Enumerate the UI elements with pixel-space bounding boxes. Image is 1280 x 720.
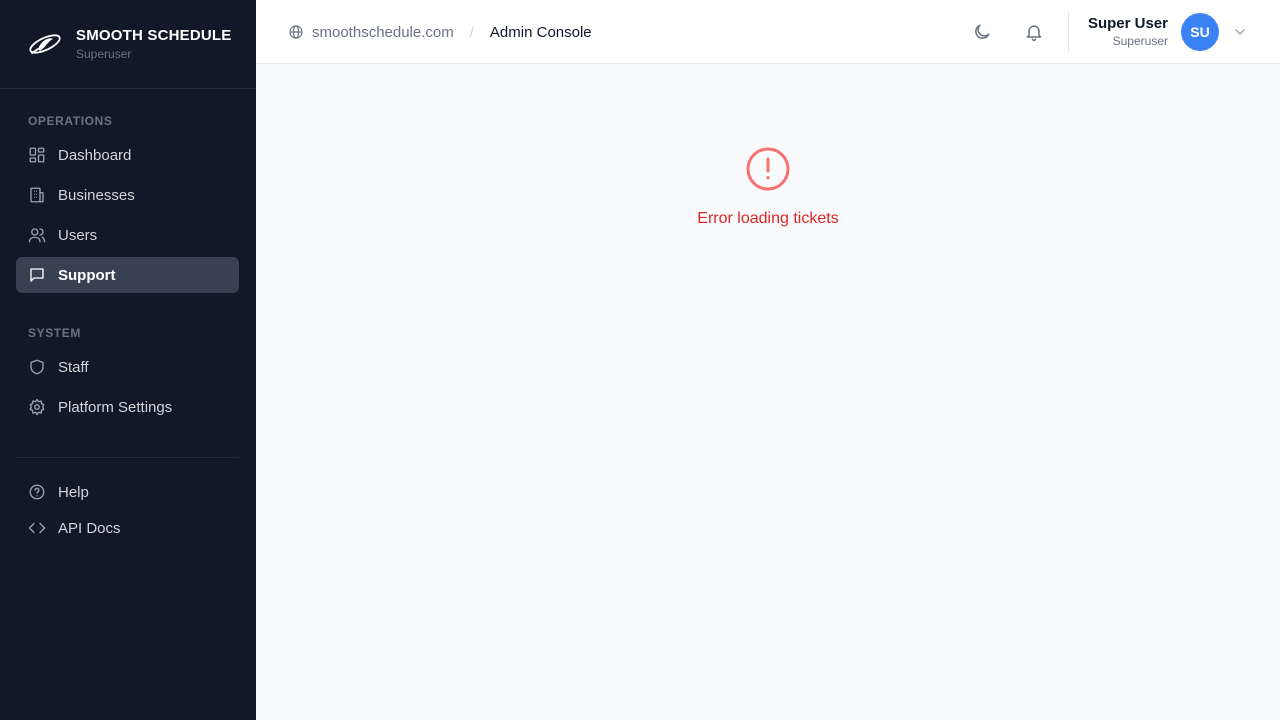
- shield-icon: [30, 359, 44, 375]
- sidebar-item-label: Dashboard: [58, 146, 132, 164]
- message-icon: [30, 268, 44, 282]
- user-name: Super User: [1087, 15, 1168, 32]
- sidebar-item-dashboard[interactable]: Dashboard: [16, 137, 239, 173]
- sidebar-item-label: Support: [58, 266, 116, 284]
- bell-icon: [1026, 25, 1042, 42]
- gear-icon: [29, 398, 45, 416]
- user-role: Superuser: [1112, 34, 1168, 48]
- sidebar-item-api-docs[interactable]: API Docs: [16, 510, 239, 546]
- dashboard-icon: [29, 147, 45, 163]
- chevron-down-icon[interactable]: [1232, 24, 1248, 40]
- top-header: smoothschedule.com / Admin Console Super…: [256, 0, 1280, 64]
- brand-title: SMOOTH SCHEDULE: [76, 26, 232, 44]
- sidebar-item-label: Businesses: [58, 186, 135, 204]
- breadcrumb-current: Admin Console: [489, 23, 592, 41]
- sidebar-item-businesses[interactable]: Businesses: [16, 177, 239, 213]
- main-content: Error loading tickets: [256, 64, 1280, 720]
- user-info[interactable]: Super User Superuser: [1088, 14, 1168, 49]
- help-circle-icon: [29, 484, 45, 500]
- error-message: Error loading tickets: [697, 210, 839, 227]
- sidebar-item-staff[interactable]: Staff: [16, 349, 239, 385]
- sidebar-item-label: Help: [58, 483, 89, 501]
- users-icon: [28, 228, 46, 243]
- sidebar-item-label: API Docs: [58, 519, 121, 537]
- user-menu-divider: [1068, 12, 1069, 52]
- sidebar-item-label: Users: [58, 226, 98, 244]
- notifications-button[interactable]: [1022, 20, 1046, 44]
- sidebar-item-label: Platform Settings: [58, 398, 173, 416]
- brand[interactable]: SMOOTH SCHEDULE Superuser: [0, 0, 256, 89]
- sidebar-item-label: Staff: [58, 358, 89, 376]
- brand-subtitle: Superuser: [76, 46, 132, 61]
- section-label-system: SYSTEM: [28, 326, 81, 340]
- avatar[interactable]: SU: [1181, 13, 1219, 51]
- section-label-operations: OPERATIONS: [28, 114, 113, 128]
- sidebar-item-support[interactable]: Support: [16, 257, 239, 293]
- sidebar-item-help[interactable]: Help: [16, 474, 239, 510]
- globe-icon: [289, 25, 303, 39]
- sidebar-item-platform-settings[interactable]: Platform Settings: [16, 389, 239, 425]
- building-icon: [30, 187, 44, 203]
- brand-logo-icon: [29, 34, 61, 54]
- theme-toggle-button[interactable]: [970, 20, 994, 44]
- moon-icon: [975, 24, 990, 39]
- sidebar-divider: [16, 457, 239, 458]
- breadcrumb-domain[interactable]: smoothschedule.com: [312, 24, 454, 41]
- breadcrumb-separator: /: [469, 23, 474, 41]
- code-icon: [28, 522, 46, 534]
- sidebar: SMOOTH SCHEDULE Superuser OPERATIONS Das…: [0, 0, 256, 720]
- error-alert-icon: [746, 147, 790, 191]
- breadcrumb: smoothschedule.com / Admin Console: [288, 0, 592, 64]
- sidebar-item-users[interactable]: Users: [16, 217, 239, 253]
